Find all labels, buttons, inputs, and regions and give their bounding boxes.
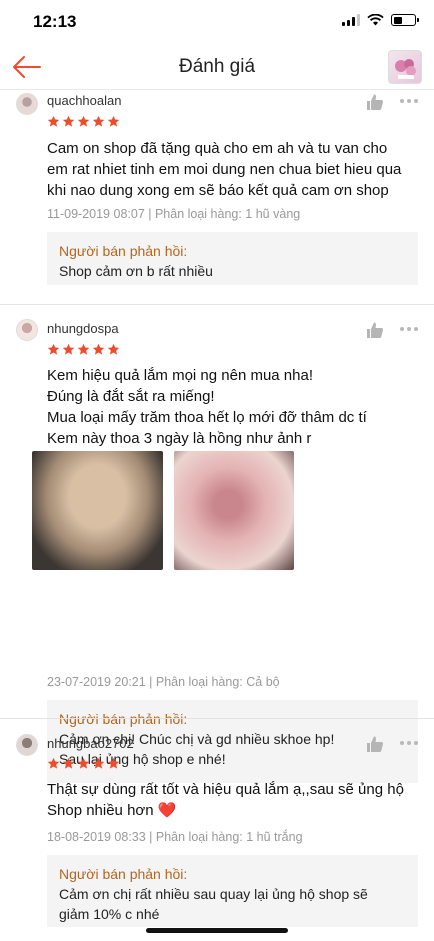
star-icon [107,115,120,127]
status-bar: 12:13 [0,0,434,44]
star-icon [92,115,105,127]
review-text: Thật sự dùng rất tốt và hiệu quả lắm ạ,,… [47,781,404,819]
star-icon [92,757,105,769]
reply-text: Cảm ơn chị rất nhiều sau quay lại ủng hộ… [59,886,368,922]
more-options-icon[interactable] [400,98,420,104]
review-text: Cam on shop đã tặng quà cho em ah và tu … [47,140,402,199]
star-icon [47,343,60,355]
battery-icon [391,14,419,26]
cellular-signal-icon [342,14,360,26]
avatar[interactable] [16,734,38,756]
star-icon [77,757,90,769]
header: Đánh giá [0,44,434,90]
thumbs-up-icon[interactable] [366,321,384,339]
status-time: 12:13 [33,12,77,31]
star-icon [62,757,75,769]
avatar[interactable] [16,319,38,341]
review-item: nhungdospa Kem hiệu quả lắm mọi ng nên m… [0,305,434,783]
star-icon [107,757,120,769]
star-icon [107,343,120,355]
thumbs-up-icon[interactable] [366,735,384,753]
more-options-icon[interactable] [400,326,420,332]
review-photo[interactable] [174,451,294,570]
product-thumbnail[interactable] [388,50,422,84]
reply-text: Shop cảm ơn b rất nhiều [59,263,213,279]
seller-reply: Người bán phản hồi: Cảm ơn chị rất nhiều… [47,855,418,927]
home-indicator[interactable] [146,928,288,933]
review-list[interactable]: quachhoalan Cam on shop đã tặng quà cho … [0,90,434,941]
review-meta: 18-08-2019 08:33 | Phân loại hàng: 1 hũ … [47,830,303,844]
status-icons [342,14,419,26]
review-username[interactable]: quachhoalan [47,93,121,108]
star-icon [77,343,90,355]
star-icon [92,343,105,355]
review-text: Kem hiệu quả lắm mọi ng nên mua nha! Đún… [47,367,367,447]
review-username[interactable]: nhungdospa [47,321,119,336]
wifi-icon [367,14,384,26]
page-title: Đánh giá [178,56,256,77]
star-icon [62,115,75,127]
star-rating [47,115,120,128]
product-image-icon [395,59,416,79]
star-icon [62,343,75,355]
review-photo[interactable] [32,451,163,570]
reply-title: Người bán phản hồi: [59,243,188,259]
star-icon [47,115,60,127]
star-rating [47,343,120,356]
seller-reply: Người bán phản hồi: Shop cảm ơn b rất nh… [47,232,418,285]
review-username[interactable]: nhungbao2702 [47,736,134,751]
star-icon [77,115,90,127]
review-item: nhungbao2702 Thật sự dùng rất tốt và hiệ… [0,719,434,941]
review-meta: 23-07-2019 20:21 | Phân loại hàng: Cả bộ [47,675,280,689]
review-item: quachhoalan Cam on shop đã tặng quà cho … [0,90,434,304]
review-meta: 11-09-2019 08:07 | Phân loại hàng: 1 hũ … [47,207,301,221]
thumbs-up-icon[interactable] [366,93,384,111]
avatar[interactable] [16,93,38,115]
star-rating [47,757,120,770]
reply-title: Người bán phản hồi: [59,866,188,882]
star-icon [47,757,60,769]
more-options-icon[interactable] [400,740,420,746]
